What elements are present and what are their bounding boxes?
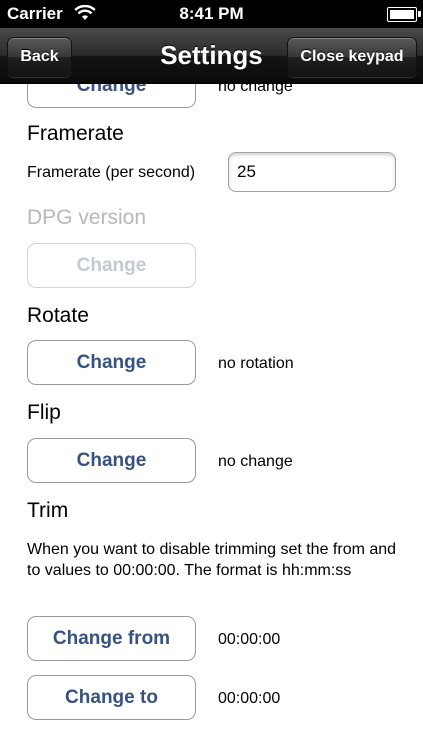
flip-heading: Flip [27,401,61,424]
framerate-heading: Framerate [27,122,124,145]
close-keypad-button[interactable]: Close keypad [287,37,417,77]
dpg-version-change-button[interactable]: Change [27,243,196,288]
rotate-value: no rotation [218,355,294,372]
status-time: 8:41 PM [179,4,244,23]
navigation-bar: Back Settings Close keypad [0,28,423,84]
status-bar: Carrier 8:41 PM [0,0,423,28]
previous-change-button[interactable]: Change [27,84,196,108]
battery-icon [387,7,421,22]
rotate-heading: Rotate [27,304,89,327]
trim-to-value: 00:00:00 [218,690,281,707]
trim-change-to-button[interactable]: Change to [27,675,196,720]
trim-change-from-button[interactable]: Change from [27,616,196,661]
previous-value: no change [218,84,293,95]
settings-scroll-view[interactable]: Change no change Framerate Framerate (pe… [0,84,423,750]
trim-heading: Trim [27,499,69,522]
framerate-field-label: Framerate (per second) [27,164,196,181]
flip-change-button[interactable]: Change [27,438,196,483]
flip-value: no change [218,453,293,470]
framerate-input[interactable] [228,152,396,192]
trim-from-value: 00:00:00 [218,631,281,648]
rotate-change-button[interactable]: Change [27,340,196,385]
trim-description: When you want to disable trimming set th… [27,541,397,579]
dpg-version-heading: DPG version [27,206,147,229]
